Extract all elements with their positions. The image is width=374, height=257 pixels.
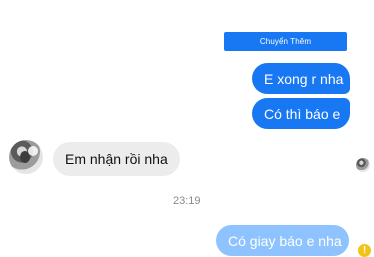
received-message-bubble: Em nhận rồi nha: [53, 142, 180, 176]
message-timestamp: 23:19: [173, 195, 201, 207]
top-action-button[interactable]: Chuyển Thêm: [224, 32, 347, 51]
read-receipt-avatar: [356, 158, 370, 172]
contact-avatar: [9, 140, 43, 174]
sent-message-bubble: E xong r nha: [252, 63, 350, 94]
sent-message-bubble: Có giay báo e nha: [216, 225, 349, 256]
warning-icon: !: [358, 244, 371, 257]
chat-screen: Chuyển Thêm E xong r nha Có thì báo e Em…: [0, 0, 374, 257]
sent-message-bubble: Có thì báo e: [252, 98, 350, 129]
